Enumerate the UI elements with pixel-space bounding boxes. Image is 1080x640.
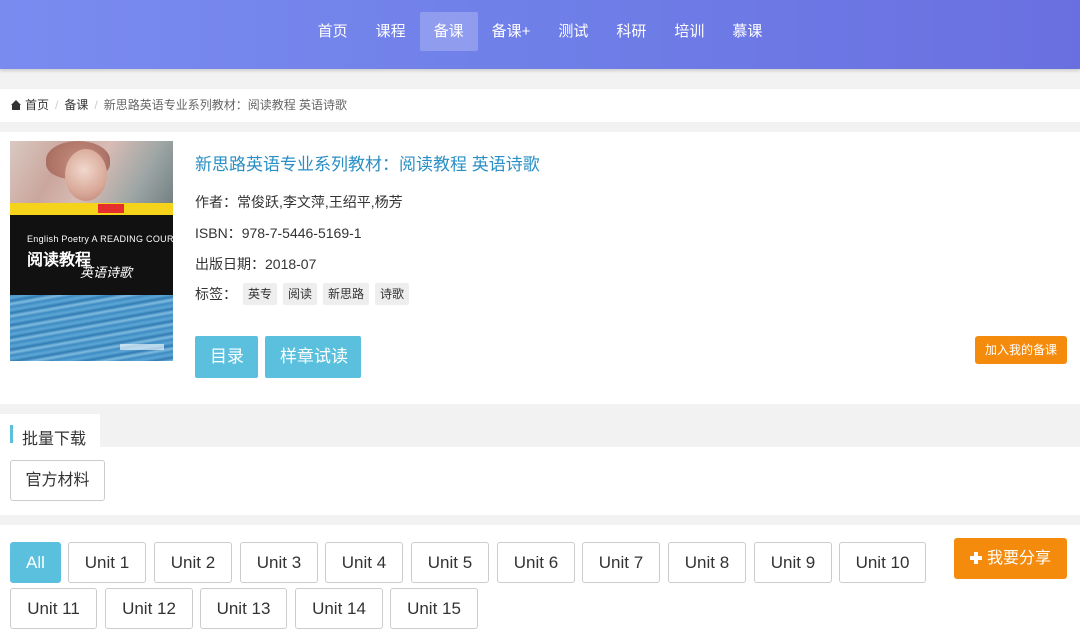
nav-item-home[interactable]: 首页	[304, 12, 362, 51]
breadcrumb-section[interactable]: 备课	[64, 89, 88, 122]
unit-filter-4[interactable]: Unit 4	[325, 542, 403, 583]
book-publish-date: 出版日期：2018-07	[195, 254, 316, 274]
unit-filter-1[interactable]: Unit 1	[68, 542, 146, 583]
author-value: 常俊跃,李文萍,王绍平,杨芳	[237, 194, 403, 210]
breadcrumb-current: 新思路英语专业系列教材：阅读教程 英语诗歌	[103, 98, 348, 112]
unit-filter-12[interactable]: Unit 12	[105, 588, 193, 629]
nav-item-training[interactable]: 培训	[660, 12, 718, 51]
date-value: 2018-07	[265, 256, 317, 272]
sample-reading-button[interactable]: 样章试读	[265, 336, 361, 378]
tag-chip[interactable]: 新思路	[323, 283, 370, 305]
nav-item-research[interactable]: 科研	[602, 12, 660, 51]
book-isbn: ISBN：978-7-5446-5169-1	[195, 223, 362, 243]
cover-photo	[10, 141, 173, 211]
isbn-label: ISBN：	[195, 225, 242, 241]
batch-download-panel: 官方材料	[0, 447, 1080, 515]
unit-filter-all[interactable]: All	[10, 542, 61, 583]
breadcrumb-separator: /	[55, 98, 59, 112]
share-label: 我要分享	[986, 550, 1051, 567]
tag-chip[interactable]: 诗歌	[375, 283, 410, 305]
unit-filter-2[interactable]: Unit 2	[154, 542, 232, 583]
batch-download-tab[interactable]: 批量下载	[0, 414, 100, 448]
author-label: 作者：	[195, 194, 237, 210]
add-to-my-lessons-button[interactable]: 加入我的备课	[974, 336, 1067, 364]
cover-en-title: English Poetry A READING COURSE	[27, 234, 173, 244]
unit-filter-3[interactable]: Unit 3	[240, 542, 318, 583]
batch-download-title: 批量下载	[22, 431, 87, 448]
nav-item-lesson-prep[interactable]: 备课	[419, 12, 478, 51]
units-panel: All Unit 1 Unit 2 Unit 3 Unit 4 Unit 5 U…	[0, 525, 1080, 640]
main-nav: 首页 课程 备课 备课+ 测试 科研 培训 慕课	[0, 12, 1080, 51]
breadcrumb-bar: 首页 / 备课 / 新思路英语专业系列教材：阅读教程 英语诗歌	[0, 89, 1080, 122]
book-cover[interactable]: English Poetry A READING COURSE 阅读教程 英语诗…	[10, 141, 173, 361]
top-navbar: 首页 课程 备课 备课+ 测试 科研 培训 慕课	[0, 0, 1080, 69]
tab-accent-bar	[10, 425, 13, 443]
unit-filter-7[interactable]: Unit 7	[582, 542, 660, 583]
nav-item-mooc[interactable]: 慕课	[718, 12, 776, 51]
book-tags: 标签： 英专 阅读 新思路 诗歌	[195, 283, 410, 305]
book-card: English Poetry A READING COURSE 阅读教程 英语诗…	[0, 132, 1080, 404]
nav-item-courses[interactable]: 课程	[362, 12, 420, 51]
cover-publisher-logo	[120, 344, 164, 350]
book-author: 作者：常俊跃,李文萍,王绍平,杨芳	[195, 192, 403, 212]
unit-filter-9[interactable]: Unit 9	[754, 542, 832, 583]
tag-chip[interactable]: 英专	[243, 283, 278, 305]
nav-item-test[interactable]: 测试	[544, 12, 602, 51]
unit-filter-11[interactable]: Unit 11	[10, 588, 97, 629]
date-label: 出版日期：	[195, 256, 265, 272]
nav-item-lesson-prep-plus[interactable]: 备课+	[478, 12, 545, 51]
plus-icon	[969, 552, 982, 564]
unit-filter-10[interactable]: Unit 10	[839, 542, 926, 583]
unit-filter-14[interactable]: Unit 14	[295, 588, 383, 629]
book-title[interactable]: 新思路英语专业系列教材：阅读教程 英语诗歌	[195, 150, 540, 175]
unit-filter-5[interactable]: Unit 5	[411, 542, 489, 583]
cover-cn-subtitle: 英语诗歌	[80, 265, 133, 280]
toc-button[interactable]: 目录	[195, 336, 258, 378]
unit-filter-15[interactable]: Unit 15	[390, 588, 478, 629]
breadcrumb-home[interactable]: 首页	[25, 89, 49, 122]
official-material-button[interactable]: 官方材料	[10, 460, 105, 501]
isbn-value: 978-7-5446-5169-1	[241, 225, 362, 241]
unit-filter-8[interactable]: Unit 8	[668, 542, 746, 583]
tags-label: 标签：	[195, 286, 237, 302]
home-icon	[10, 100, 22, 111]
unit-filter-13[interactable]: Unit 13	[200, 588, 287, 629]
cover-water-image	[10, 295, 173, 361]
unit-filter-6[interactable]: Unit 6	[497, 542, 575, 583]
share-button[interactable]: 我要分享	[954, 538, 1067, 579]
tag-chip[interactable]: 阅读	[283, 283, 318, 305]
breadcrumb-separator: /	[94, 98, 98, 112]
cover-band	[10, 203, 173, 215]
breadcrumb: 首页 / 备课 / 新思路英语专业系列教材：阅读教程 英语诗歌	[10, 89, 347, 122]
